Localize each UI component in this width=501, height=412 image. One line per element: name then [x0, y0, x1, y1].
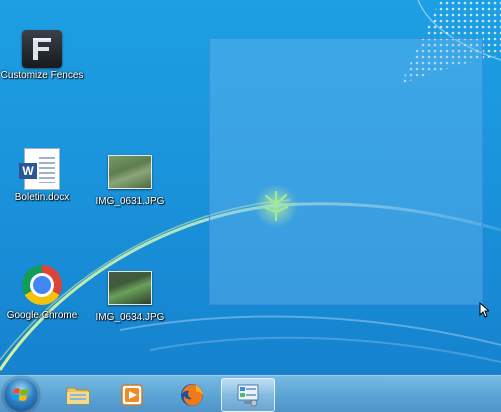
selection-rectangle	[209, 38, 483, 305]
desktop-icon-label: Google Chrome	[6, 310, 78, 321]
desktop-icon-label: IMG_0631.JPG	[95, 196, 165, 207]
mouse-cursor-icon	[479, 302, 489, 318]
desktop-icon-img-0634[interactable]: IMG_0634.JPG	[88, 271, 172, 324]
media-player-icon	[121, 384, 143, 406]
firefox-icon	[181, 384, 203, 406]
taskbar-button-windows-explorer[interactable]	[51, 378, 105, 412]
taskbar-button-media-player[interactable]	[105, 378, 159, 412]
control-panel-icon	[237, 384, 259, 407]
start-button[interactable]	[3, 377, 39, 412]
desktop-icon-img-0631[interactable]: IMG_0631.JPG	[88, 155, 172, 208]
desktop-icon-label: IMG_0634.JPG	[95, 312, 165, 323]
photo-thumbnail-icon	[108, 271, 152, 305]
fences-icon	[22, 30, 62, 68]
taskbar-button-control-panel[interactable]	[221, 378, 275, 412]
taskbar	[0, 375, 501, 412]
word-document-icon: W	[19, 148, 60, 190]
photo-thumbnail-icon	[108, 155, 152, 189]
chrome-icon	[22, 265, 62, 305]
desktop-icon-customize-fences[interactable]: Customize Fences	[0, 30, 84, 82]
desktop-icon-label: Boletin.docx	[14, 192, 70, 203]
taskbar-button-firefox[interactable]	[165, 378, 219, 412]
desktop-icon-google-chrome[interactable]: Google Chrome	[0, 265, 84, 322]
desktop[interactable]: Customize Fences W Boletin.docx IMG_0631…	[0, 0, 501, 412]
desktop-icon-boletin-docx[interactable]: W Boletin.docx	[0, 148, 84, 204]
folder-icon	[66, 387, 90, 405]
windows-start-icon	[12, 388, 28, 401]
desktop-icon-label: Customize Fences	[0, 70, 84, 81]
